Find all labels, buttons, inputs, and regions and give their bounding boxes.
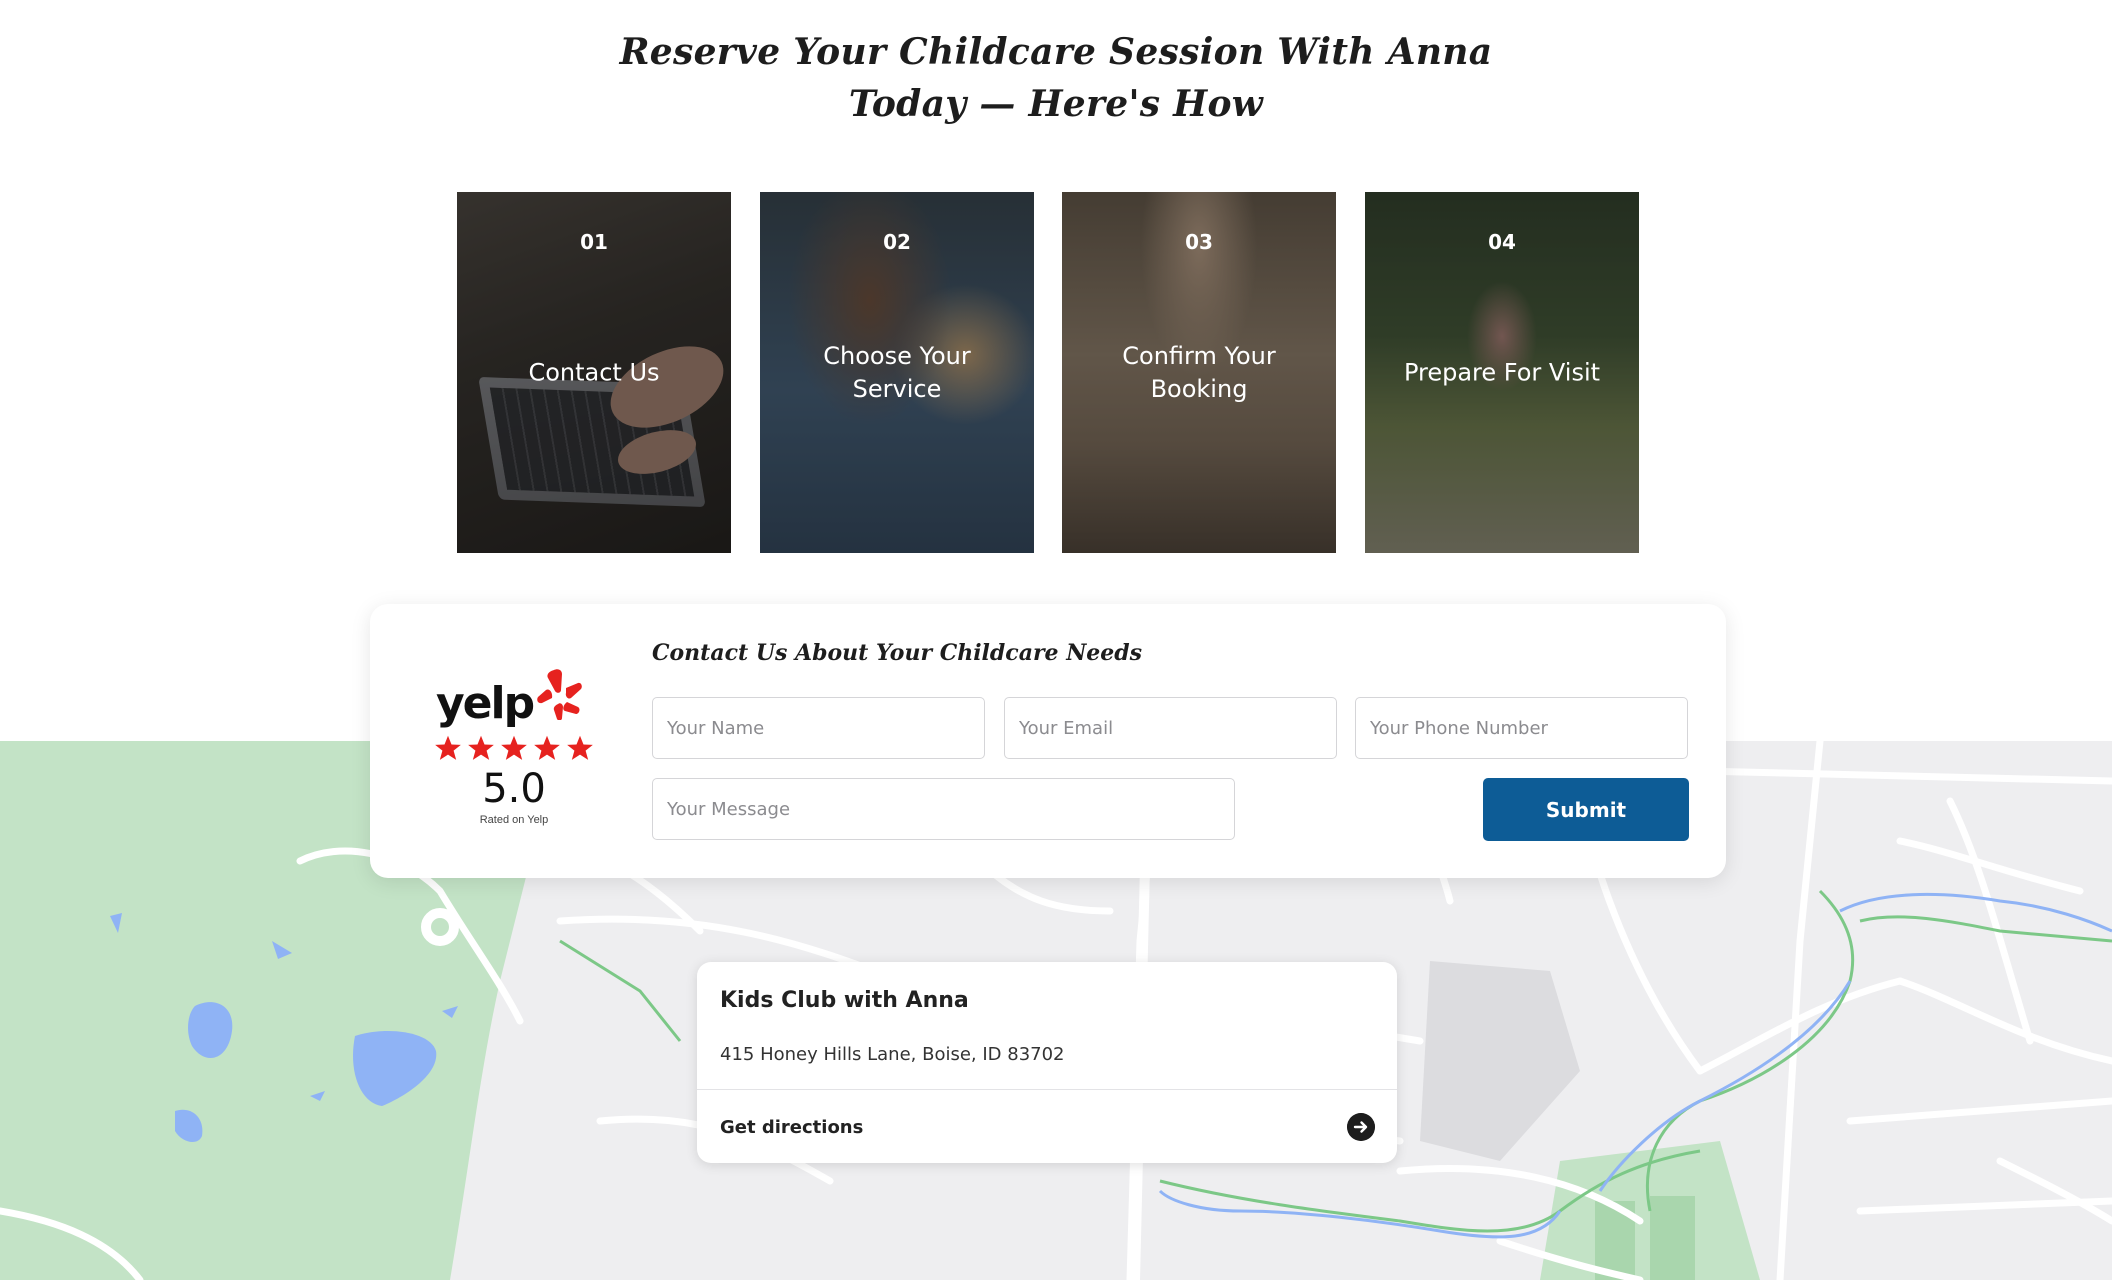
contact-section: yelp 5.0 Rated on Yelp Contact Us About … (370, 604, 1726, 878)
step-label: Prepare For Visit (1403, 358, 1601, 386)
step-card-prepare-visit[interactable]: 04 Prepare For Visit (1365, 192, 1639, 553)
yelp-rated-label: Rated on Yelp (479, 814, 549, 826)
divider (697, 1089, 1397, 1090)
step-label: Choose Your Service (823, 341, 971, 403)
step-card-choose-service[interactable]: 02 Choose Your Service (760, 192, 1034, 553)
yelp-logo-text: yelp (436, 678, 535, 729)
get-directions-link[interactable]: Get directions (720, 1117, 863, 1138)
message-field[interactable] (652, 778, 1235, 840)
contact-form-title: Contact Us About Your Childcare Needs (652, 640, 1143, 666)
yelp-score: 5.0 (482, 766, 546, 812)
page-title-line-2: Today — Here's How (848, 83, 1264, 125)
step-label: Confirm Your Booking (1122, 341, 1276, 403)
star-icon (468, 735, 494, 760)
arrow-right-circle-icon[interactable] (1347, 1113, 1375, 1141)
phone-field[interactable] (1355, 697, 1688, 759)
page-title-line-1: Reserve Your Childcare Session With Anna (619, 31, 1493, 73)
step-number: 01 (580, 230, 608, 254)
email-field[interactable] (1004, 697, 1337, 759)
business-name: Kids Club with Anna (720, 988, 969, 1013)
location-card: Kids Club with Anna 415 Honey Hills Lane… (697, 962, 1397, 1163)
step-label: Contact Us (528, 358, 660, 386)
yelp-burst-icon (537, 669, 582, 720)
business-address: 415 Honey Hills Lane, Boise, ID 83702 (720, 1044, 1065, 1065)
name-field[interactable] (652, 697, 985, 759)
step-card-contact-us[interactable]: 01 Contact Us (457, 192, 731, 553)
star-icon (534, 735, 560, 760)
page-title: Reserve Your Childcare Session With Anna… (0, 26, 2112, 130)
star-icon (567, 735, 593, 760)
submit-button[interactable]: Submit (1483, 778, 1689, 841)
step-card-confirm-booking[interactable]: 03 Confirm Your Booking (1062, 192, 1336, 553)
step-number: 04 (1488, 230, 1516, 254)
star-icon (501, 735, 527, 760)
rating-stars (434, 734, 594, 762)
star-icon (435, 735, 461, 760)
step-number: 03 (1185, 230, 1213, 254)
booking-steps: 01 Contact Us 02 Choose Your Service 03 … (457, 192, 1639, 553)
step-number: 02 (883, 230, 911, 254)
yelp-badge[interactable]: yelp 5.0 Rated on Yelp (434, 668, 594, 828)
